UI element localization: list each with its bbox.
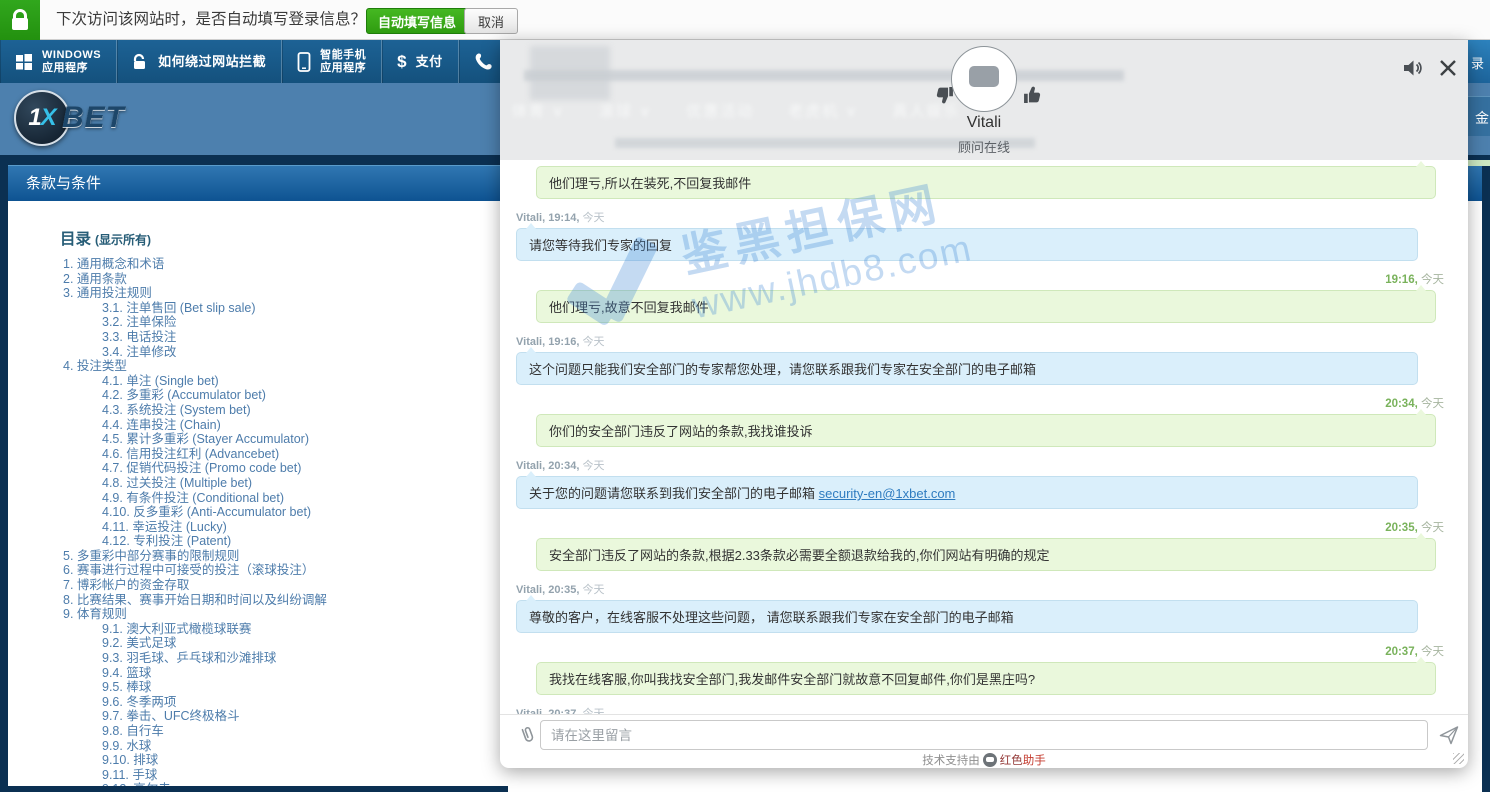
toolbar-item-windows-apps[interactable]: WINDOWS应用程序: [0, 40, 117, 83]
chat-footer: 技术支持由 红色助手: [500, 752, 1468, 768]
support-brand-name[interactable]: 助手: [1023, 755, 1046, 767]
toolbar-label: 支付: [416, 54, 443, 69]
message-meta: 20:37, 今天: [516, 643, 1444, 659]
live-chat-widget: 体育 ∨ 滚球 ∨ 优惠活动 老虎机 ∨ 真人娱乐 Vitali 顾问在线 他们…: [500, 40, 1468, 768]
toolbar-item-payments[interactable]: $ 支付: [382, 40, 458, 83]
chat-message: 20:37, 今天我找在线客服,你叫我找安全部门,我发邮件安全部门就故意不回复邮…: [516, 643, 1452, 695]
message-text: 关于您的问题请您联系到我们安全部门的电子邮箱: [529, 486, 819, 501]
banner-sliver: [1466, 160, 1490, 166]
chat-message: 19:16, 今天他们理亏,故意不回复我邮件: [516, 271, 1452, 323]
message-meta: Vitali, 20:35, 今天: [516, 581, 1452, 597]
toolbar-label: 智能手机: [320, 49, 366, 62]
agent-status: 顾问在线: [500, 137, 1468, 156]
toolbar-label: WINDOWS: [42, 49, 101, 62]
close-icon[interactable]: [1436, 56, 1462, 82]
unlock-icon: [132, 53, 149, 71]
send-message-icon[interactable]: [1438, 724, 1460, 746]
autofill-confirm-button[interactable]: 自动填写信息: [366, 8, 468, 34]
lock-badge-icon: [0, 0, 40, 40]
support-brand-icon: [983, 753, 997, 767]
message-day: 今天: [582, 212, 604, 224]
chat-message: Vitali, 19:14, 今天请您等待我们专家的回复: [516, 209, 1452, 261]
chat-message-list: 他们理亏,所以在装死,不回复我邮件 Vitali, 19:14, 今天请您等待我们…: [500, 160, 1468, 714]
message-bubble: 请您等待我们专家的回复: [516, 228, 1418, 261]
chat-message: 20:34, 今天你们的安全部门违反了网站的条款,我找谁投诉: [516, 395, 1452, 447]
message-text: 请您等待我们专家的回复: [529, 238, 672, 253]
message-text: 你们的安全部门违反了网站的条款,我找谁投诉: [549, 424, 813, 439]
chat-message: 20:35, 今天安全部门违反了网站的条款,根据2.33条款必需要全额退款给我的…: [516, 519, 1452, 571]
chat-message: Vitali, 20:37, 今天尊敬的客户，关于您的问题我已经给您提供全面信息…: [516, 705, 1452, 714]
attach-file-icon[interactable]: [516, 724, 538, 746]
sound-toggle-icon[interactable]: [1400, 56, 1426, 82]
message-meta: Vitali, 20:37, 今天: [516, 705, 1452, 714]
partial-login-button[interactable]: 录: [1466, 40, 1490, 83]
message-meta: 20:35, 今天: [516, 519, 1444, 535]
message-bubble: 关于您的问题请您联系到我们安全部门的电子邮箱 security-en@1xbet…: [516, 476, 1418, 509]
chat-message: Vitali, 20:35, 今天尊敬的客户，在线客服不处理这些问题， 请您联系…: [516, 581, 1452, 633]
blurred-text-line: [524, 70, 1124, 81]
toc-show-all-link[interactable]: (显示所有): [95, 233, 151, 247]
message-text: 他们理亏,所以在装死,不回复我邮件: [549, 176, 751, 191]
chat-header: 体育 ∨ 滚球 ∨ 优惠活动 老虎机 ∨ 真人娱乐 Vitali 顾问在线: [500, 40, 1468, 160]
toolbar-item-mobile-apps[interactable]: 智能手机应用程序: [282, 40, 382, 83]
message-day: 今天: [582, 584, 604, 596]
autofill-cancel-button[interactable]: 取消: [464, 8, 518, 34]
message-meta: 19:16, 今天: [516, 271, 1444, 287]
message-meta: Vitali, 20:34, 今天: [516, 457, 1452, 473]
message-meta: Vitali, 19:16, 今天: [516, 333, 1452, 349]
chat-message: Vitali, 19:16, 今天这个问题只能我们安全部门的专家帮您处理，请您联…: [516, 333, 1452, 385]
toc-link[interactable]: 9.11. 手球: [8, 768, 608, 783]
message-bubble: 他们理亏,故意不回复我邮件: [536, 290, 1436, 323]
autofill-notification-bar: 下次访问该网站时，是否自动填写登录信息？ 自动填写信息 取消: [0, 0, 1490, 40]
support-brand-name[interactable]: 红色: [1000, 755, 1023, 767]
message-input[interactable]: [540, 720, 1428, 750]
toc-title: 目录: [60, 231, 91, 248]
message-text: 尊敬的客户，在线客服不处理这些问题， 请您联系跟我们专家在安全部门的电子邮箱: [529, 610, 1014, 625]
message-day: 今天: [582, 336, 604, 348]
email-link[interactable]: security-en@1xbet.com: [819, 486, 956, 501]
windows-icon: [15, 53, 33, 71]
message-bubble: 安全部门违反了网站的条款,根据2.33条款必需要全额退款给我的,你们网站有明确的…: [536, 538, 1436, 571]
resize-handle[interactable]: [1453, 753, 1464, 764]
agent-name: Vitali: [500, 114, 1468, 132]
1xbet-logo[interactable]: 1X BET: [14, 90, 125, 146]
toolbar-label: 如何绕过网站拦截: [158, 54, 266, 69]
agent-avatar: [951, 46, 1017, 112]
toc-heading: 目录 (显示所有): [60, 227, 151, 249]
thumbs-up-icon[interactable]: [1021, 84, 1043, 106]
chat-message: Vitali, 20:34, 今天关于您的问题请您联系到我们安全部门的电子邮箱 …: [516, 457, 1452, 509]
message-bubble: 你们的安全部门违反了网站的条款,我找谁投诉: [536, 414, 1436, 447]
partial-menu-tab[interactable]: 金: [1466, 96, 1490, 136]
autofill-prompt-text: 下次访问该网站时，是否自动填写登录信息？: [56, 0, 366, 39]
message-text: 他们理亏,故意不回复我邮件: [549, 300, 709, 315]
message-bubble: 他们理亏,所以在装死,不回复我邮件: [536, 166, 1436, 199]
support-prefix: 技术支持由: [922, 755, 980, 767]
toolbar-label: 应用程序: [42, 62, 101, 75]
message-meta: Vitali, 19:14, 今天: [516, 209, 1452, 225]
chat-message: 他们理亏,所以在装死,不回复我邮件: [516, 166, 1452, 199]
chat-input-bar: [500, 714, 1468, 754]
message-text: 这个问题只能我们安全部门的专家帮您处理，请您联系跟我们专家在安全部门的电子邮箱: [529, 362, 1036, 377]
lock-icon: [12, 18, 28, 30]
message-bubble: 这个问题只能我们安全部门的专家帮您处理，请您联系跟我们专家在安全部门的电子邮箱: [516, 352, 1418, 385]
toolbar-label: 应用程序: [320, 62, 366, 75]
smartphone-icon: [297, 52, 311, 72]
message-bubble: 尊敬的客户，在线客服不处理这些问题， 请您联系跟我们专家在安全部门的电子邮箱: [516, 600, 1418, 633]
message-meta: 20:34, 今天: [516, 395, 1444, 411]
page-footer-strip: [0, 786, 508, 792]
phone-icon: [474, 52, 493, 71]
dollar-icon: $: [397, 52, 406, 72]
speech-bubble-icon: [969, 66, 999, 87]
message-text: 我找在线客服,你叫我找安全部门,我发邮件安全部门就故意不回复邮件,你们是黑庄吗?: [549, 672, 1035, 687]
toolbar-item-bypass-block[interactable]: 如何绕过网站拦截: [117, 40, 282, 83]
message-day: 今天: [582, 460, 604, 472]
message-bubble: 我找在线客服,你叫我找安全部门,我发邮件安全部门就故意不回复邮件,你们是黑庄吗?: [536, 662, 1436, 695]
message-text: 安全部门违反了网站的条款,根据2.33条款必需要全额退款给我的,你们网站有明确的…: [549, 548, 1050, 563]
